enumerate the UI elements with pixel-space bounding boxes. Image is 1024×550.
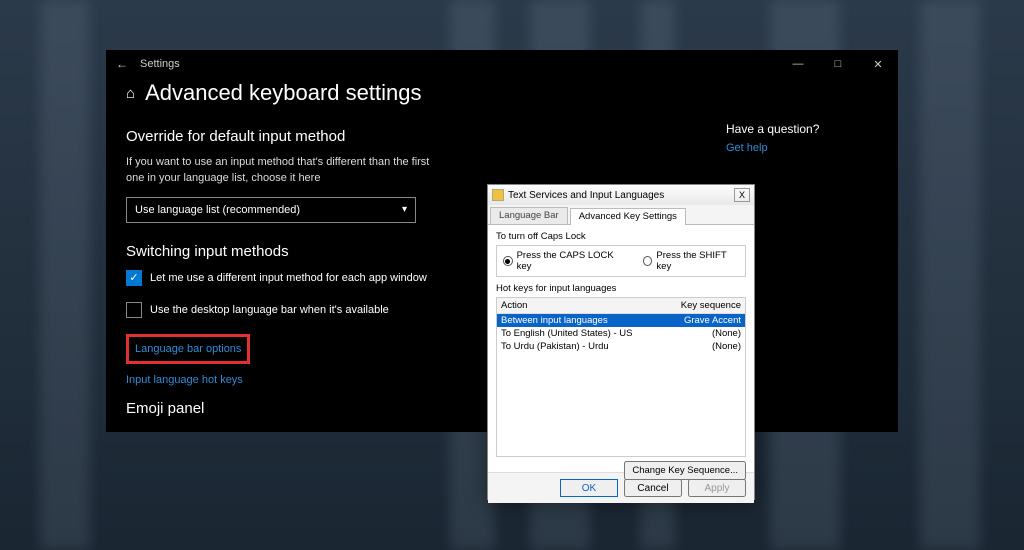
- cell-keyseq: (None): [669, 341, 741, 352]
- hotkeys-table[interactable]: Action Key sequence Between input langua…: [496, 297, 746, 457]
- radio-off-icon: [643, 256, 653, 266]
- settings-titlebar: ← Settings — □ ✕: [106, 50, 898, 78]
- cancel-button[interactable]: Cancel: [624, 479, 682, 497]
- input-method-combo[interactable]: Use language list (recommended) ▾: [126, 197, 416, 223]
- back-icon[interactable]: ←: [114, 57, 130, 71]
- dialog-title: Text Services and Input Languages: [508, 190, 664, 201]
- tab-language-bar[interactable]: Language Bar: [490, 207, 568, 224]
- table-row[interactable]: To Urdu (Pakistan) - Urdu (None): [497, 340, 745, 353]
- page-heading-text: Advanced keyboard settings: [145, 80, 421, 106]
- checkbox-empty-icon: [126, 302, 142, 318]
- minimize-button[interactable]: —: [778, 50, 818, 78]
- language-bar-options-link[interactable]: Language bar options: [135, 343, 241, 355]
- text-services-dialog: Text Services and Input Languages X Lang…: [487, 184, 755, 500]
- ok-button[interactable]: OK: [560, 479, 618, 497]
- radio-capslock-key[interactable]: Press the CAPS LOCK key: [503, 250, 625, 272]
- hotkeys-group: Hot keys for input languages Action Key …: [496, 283, 746, 480]
- switching-heading: Switching input methods: [126, 243, 546, 260]
- emoji-heading: Emoji panel: [126, 400, 546, 417]
- per-app-input-checkbox-row[interactable]: ✓ Let me use a different input method fo…: [126, 270, 546, 286]
- radio-on-icon: [503, 256, 513, 266]
- close-button[interactable]: ✕: [858, 50, 898, 78]
- hotkeys-group-label: Hot keys for input languages: [496, 283, 746, 294]
- dialog-tab-body: To turn off Caps Lock Press the CAPS LOC…: [488, 224, 754, 472]
- table-row[interactable]: To English (United States) - US (None): [497, 327, 745, 340]
- cell-keyseq: (None): [669, 328, 741, 339]
- capslock-group-label: To turn off Caps Lock: [496, 231, 746, 242]
- radio-label: Press the CAPS LOCK key: [517, 250, 625, 272]
- home-icon[interactable]: ⌂: [126, 85, 135, 102]
- settings-main-column: ⌂ Advanced keyboard settings Override fo…: [126, 80, 546, 427]
- radio-label: Press the SHIFT key: [656, 250, 739, 272]
- override-heading: Override for default input method: [126, 128, 546, 145]
- settings-app-title: Settings: [130, 58, 180, 70]
- apply-button[interactable]: Apply: [688, 479, 746, 497]
- tab-advanced-key-settings[interactable]: Advanced Key Settings: [570, 208, 686, 225]
- window-control-group: — □ ✕: [778, 50, 898, 78]
- cell-keyseq: Grave Accent: [669, 315, 741, 326]
- input-language-hotkeys-link[interactable]: Input language hot keys: [126, 374, 546, 386]
- checkbox-checked-icon: ✓: [126, 270, 142, 286]
- override-desc: If you want to use an input method that'…: [126, 155, 446, 187]
- check-label: Use the desktop language bar when it's a…: [150, 304, 389, 316]
- change-key-sequence-button[interactable]: Change Key Sequence...: [624, 461, 746, 480]
- desktop-langbar-checkbox-row[interactable]: Use the desktop language bar when it's a…: [126, 302, 546, 318]
- col-action: Action: [497, 298, 673, 313]
- maximize-button[interactable]: □: [818, 50, 858, 78]
- radio-shift-key[interactable]: Press the SHIFT key: [643, 250, 739, 272]
- cell-action: To English (United States) - US: [501, 328, 669, 339]
- dialog-close-button[interactable]: X: [734, 188, 750, 202]
- col-keyseq: Key sequence: [673, 298, 745, 313]
- page-title: ⌂ Advanced keyboard settings: [126, 80, 546, 106]
- dialog-titlebar: Text Services and Input Languages X: [488, 185, 754, 205]
- have-question-label: Have a question?: [726, 122, 878, 136]
- highlight-box: Language bar options: [126, 334, 250, 364]
- dialog-tabs: Language Bar Advanced Key Settings: [488, 205, 754, 224]
- get-help-link[interactable]: Get help: [726, 142, 768, 154]
- combo-value: Use language list (recommended): [135, 204, 300, 216]
- table-header: Action Key sequence: [497, 298, 745, 314]
- table-row[interactable]: Between input languages Grave Accent: [497, 314, 745, 327]
- check-label: Let me use a different input method for …: [150, 272, 427, 284]
- cell-action: Between input languages: [501, 315, 669, 326]
- dialog-app-icon: [492, 189, 504, 201]
- cell-action: To Urdu (Pakistan) - Urdu: [501, 341, 669, 352]
- capslock-group: To turn off Caps Lock Press the CAPS LOC…: [496, 231, 746, 277]
- chevron-down-icon: ▾: [402, 204, 407, 215]
